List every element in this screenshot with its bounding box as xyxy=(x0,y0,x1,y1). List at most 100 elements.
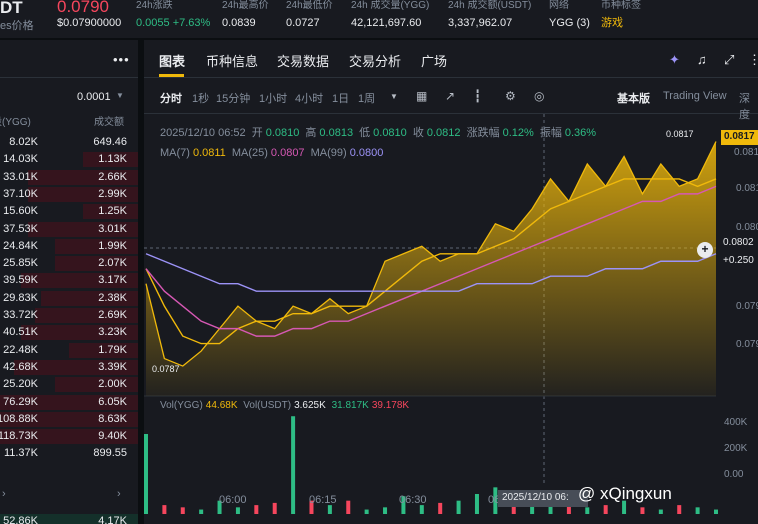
book-row[interactable]: 8.02K 649.46 xyxy=(0,134,138,151)
interval-1d[interactable]: 1日 xyxy=(332,90,349,106)
interval-1s[interactable]: 1秒 xyxy=(192,90,209,106)
book-row[interactable]: 29.83K 2.38K xyxy=(0,290,138,307)
book-row[interactable]: 76.29K 6.05K xyxy=(0,394,138,411)
volume-bar xyxy=(695,507,700,514)
view-basic[interactable]: 基本版 xyxy=(617,90,650,106)
active-tab-indicator xyxy=(159,74,184,77)
volume-bar xyxy=(346,500,351,514)
more-vertical-icon[interactable]: ⋮ xyxy=(748,52,758,68)
candle-icon[interactable]: ┇ xyxy=(474,89,481,103)
arrow-left-icon[interactable]: › xyxy=(2,488,6,500)
volume-bar xyxy=(714,509,718,514)
precision-select[interactable]: 0.0001 xyxy=(77,91,111,103)
book-row[interactable]: 22.48K 1.79K xyxy=(0,342,138,359)
calendar-icon[interactable]: ▦ xyxy=(416,89,427,103)
book-amount: 22.48K xyxy=(3,343,38,356)
book-total: 2.00K xyxy=(98,378,127,391)
ma-legend: MA(7) 0.0811 MA(25) 0.0807 MA(99) 0.0800 xyxy=(160,147,384,159)
volume-bar xyxy=(327,505,332,514)
book-total: 1.25K xyxy=(98,205,127,218)
tab-coin-info[interactable]: 币种信息 xyxy=(206,51,258,70)
book-row[interactable]: 25.85K 2.07K xyxy=(0,255,138,272)
book-total: 8.63K xyxy=(98,412,127,425)
chart-toolbar: 分时 1秒 15分钟 1小时 4小时 1日 1周 ▼ ▦ ↗ ┇ ⚙ ◎ 基本版… xyxy=(144,80,758,121)
arrow-right-icon[interactable]: › xyxy=(117,488,121,500)
book-row[interactable]: 11.37K 899.55 xyxy=(0,445,138,462)
volume-tick: 200K xyxy=(724,443,748,454)
interval-dropdown-icon[interactable]: ▼ xyxy=(390,92,398,101)
chart-panel: 图表 币种信息 交易数据 交易分析 广场 ✦ ♫ ⤢ ⋮ 分时 1秒 15分钟 … xyxy=(144,40,758,524)
indicator-icon[interactable]: ↗ xyxy=(445,89,455,103)
ai-sparkle-icon[interactable]: ✦ xyxy=(669,52,680,68)
tab-square[interactable]: 广场 xyxy=(421,51,447,70)
volume-bar xyxy=(291,416,296,514)
view-tradingview[interactable]: Trading View xyxy=(663,90,727,102)
book-row[interactable]: 40.51K 3.23K xyxy=(0,324,138,341)
ohlc-legend: 2025/12/10 06:52 开 0.0810 高 0.0813 低 0.0810… xyxy=(160,127,597,139)
target-icon[interactable]: ◎ xyxy=(534,89,544,103)
book-amount: 33.72K xyxy=(3,309,38,321)
book-row[interactable]: 24.84K 1.99K xyxy=(0,238,138,255)
stat-tag[interactable]: 币种标签 游戏 xyxy=(601,0,641,31)
book-row[interactable]: 42.68K 3.39K xyxy=(0,359,138,376)
book-total: 2.38K xyxy=(98,291,127,304)
chevron-down-icon[interactable]: ▼ xyxy=(116,91,124,100)
tab-chart[interactable]: 图表 xyxy=(159,51,185,70)
book-amount: 29.83K xyxy=(3,291,38,304)
book-row[interactable]: 108.88K 8.63K xyxy=(0,411,138,428)
book-total: 3.17K xyxy=(98,274,127,287)
volume-legend: Vol(YGG) 44.68K Vol(USDT) 3.625K 31.817K 39… xyxy=(160,400,410,411)
book-total: 3.01K xyxy=(98,222,127,235)
book-amount: 108.88K xyxy=(0,412,38,425)
book-row[interactable]: 37.53K 3.01K xyxy=(0,221,138,238)
stat-network[interactable]: 网络 YGG (3) xyxy=(549,0,590,31)
volume-bar xyxy=(162,505,167,514)
book-total: 1.13K xyxy=(98,153,127,166)
stat-24h-high: 24h最高价 0.0839 xyxy=(222,0,269,29)
time-tick: 06:15 xyxy=(309,494,337,506)
volume-bar xyxy=(603,505,608,514)
interval-timeline[interactable]: 分时 xyxy=(160,90,182,106)
symbol[interactable]: DT xyxy=(0,0,23,18)
book-amount: 39.59K xyxy=(3,274,38,287)
price-tick: 0.0810 xyxy=(736,183,758,194)
price-chart[interactable] xyxy=(144,114,758,524)
more-icon[interactable]: ••• xyxy=(113,52,130,67)
expand-icon[interactable]: ⤢ xyxy=(724,52,734,68)
book-total: 6.05K xyxy=(98,395,127,408)
book-bottom-row: 52.86K 4.17K xyxy=(0,513,138,524)
divider xyxy=(0,77,138,78)
interval-4h[interactable]: 4小时 xyxy=(295,90,323,106)
interval-1w[interactable]: 1周 xyxy=(358,90,375,106)
volume-bar xyxy=(254,505,259,514)
book-total: 9.40K xyxy=(98,430,127,443)
interval-1h[interactable]: 1小时 xyxy=(259,90,287,106)
book-row[interactable]: 33.72K 2.69K xyxy=(0,307,138,324)
book-row[interactable]: 15.60K 1.25K xyxy=(0,203,138,220)
order-book: ••• 0.0001 ▼ 量(YGG) 成交额 8.02K 649.46 14.03… xyxy=(0,40,138,524)
book-amount: 15.60K xyxy=(3,205,38,218)
book-total: 3.39K xyxy=(98,360,127,373)
book-row[interactable]: 39.59K 3.17K xyxy=(0,272,138,289)
settings-icon[interactable]: ⚙ xyxy=(505,89,516,103)
book-row[interactable]: 25.20K 2.00K xyxy=(0,376,138,393)
interval-15m[interactable]: 15分钟 xyxy=(216,90,250,106)
tab-bar: 图表 币种信息 交易数据 交易分析 广场 ✦ ♫ ⤢ ⋮ xyxy=(144,40,758,78)
volume-bar xyxy=(419,505,424,514)
tab-trade-analysis[interactable]: 交易分析 xyxy=(349,51,401,70)
tab-trade-data[interactable]: 交易数据 xyxy=(277,51,329,70)
col-amount-header: 量(YGG) xyxy=(0,117,31,128)
price-tick: 0.0790 xyxy=(736,339,758,350)
bell-icon[interactable]: ♫ xyxy=(697,52,707,67)
book-total: 2.66K xyxy=(98,170,127,183)
time-tick: 06:30 xyxy=(399,494,427,506)
col-total-header: 成交额 xyxy=(94,117,124,128)
book-amount: 25.20K xyxy=(3,378,38,391)
book-row[interactable]: 33.01K 2.66K xyxy=(0,169,138,186)
time-tick: 06:00 xyxy=(219,494,247,506)
book-row[interactable]: 118.73K 9.40K xyxy=(0,428,138,445)
book-row[interactable]: 14.03K 1.13K xyxy=(0,151,138,168)
add-alert-button[interactable]: + xyxy=(697,242,713,258)
volume-bar xyxy=(474,494,479,514)
book-row[interactable]: 37.10K 2.99K xyxy=(0,186,138,203)
